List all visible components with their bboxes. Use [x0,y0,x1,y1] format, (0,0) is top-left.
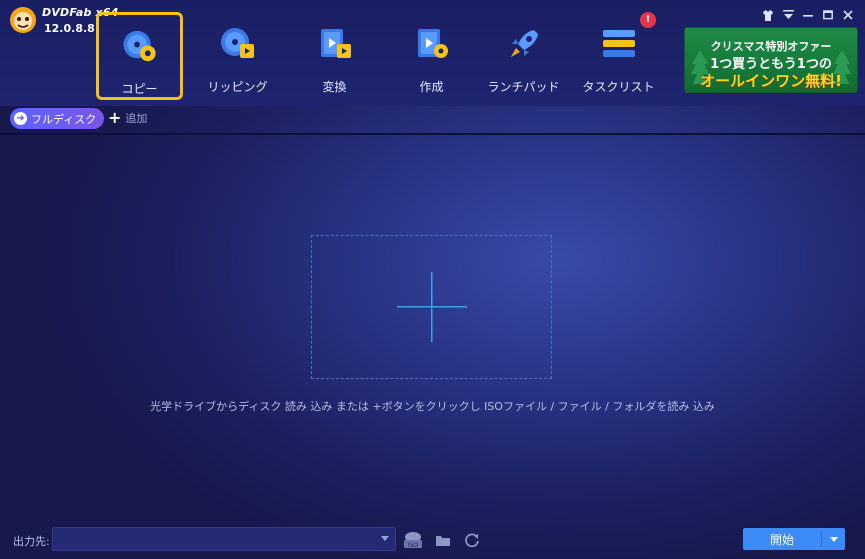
window-controls [761,8,855,22]
create-film-icon [417,29,448,58]
christmas-promo-banner[interactable]: クリスマス特別オファー 1つ買うともう1つの オールインワン無料! [684,27,858,93]
start-label: 開始 [769,532,794,547]
tasklist-icon [602,30,635,57]
tab-ripping[interactable]: リッピング [194,12,281,100]
ripping-disc-icon [220,28,254,58]
divider [0,133,865,134]
full-disc-mode-button[interactable]: ➜ フルディスク [10,108,105,129]
chevron-down-icon [829,536,838,542]
tab-create[interactable]: 作成 [388,12,475,100]
tab-create-label: 作成 [419,80,444,94]
tab-ripping-label: リッピング [207,80,268,94]
tab-launchpad[interactable]: ランチパッド [480,12,567,100]
tab-convert-label: 変換 [322,80,347,94]
add-plus-icon[interactable] [396,272,467,342]
folder-icon[interactable] [433,530,453,550]
tab-copy-label: コピー [121,82,158,96]
start-button[interactable]: 開始 [743,528,845,550]
start-options-dropdown[interactable] [822,536,845,542]
convert-film-icon [320,29,351,58]
maximize-icon[interactable] [821,8,835,22]
drop-zone-hint: 光学ドライブからディスク 読み 込み または +ボタンをクリックし ISOファイ… [150,400,715,413]
output-label: 出力先: [13,535,50,548]
dvdfab-logo-icon [10,7,36,33]
menu-icon[interactable] [781,8,795,22]
tab-convert[interactable]: 変換 [291,12,378,100]
close-icon[interactable] [841,8,855,22]
add-button[interactable]: + 追加 [108,110,147,126]
app-version: 12.0.8.8 [44,22,95,35]
copy-disc-icon [122,30,156,62]
add-label: 追加 [125,112,148,125]
chevron-down-icon[interactable] [381,536,389,541]
tab-launchpad-label: ランチパッド [487,80,560,94]
drop-zone[interactable] [311,235,552,379]
full-disc-label: フルディスク [31,112,97,126]
svg-text:ISO: ISO [408,542,419,549]
rocket-icon [510,30,538,57]
arrow-right-icon: ➜ [14,112,27,125]
output-path-select[interactable] [52,527,396,551]
promo-highlight: オールインワン無料! [700,72,842,90]
tab-tasklist-label: タスクリスト [582,80,655,94]
minimize-icon[interactable] [801,8,815,22]
skin-icon[interactable] [761,8,775,22]
promo-title: クリスマス特別オファー [710,40,832,53]
tasklist-notification-badge: ! [640,12,656,28]
iso-icon[interactable]: ISO [403,530,423,550]
plus-icon: + [108,108,122,127]
refresh-icon[interactable] [462,530,482,550]
tab-copy[interactable]: コピー [96,12,183,100]
